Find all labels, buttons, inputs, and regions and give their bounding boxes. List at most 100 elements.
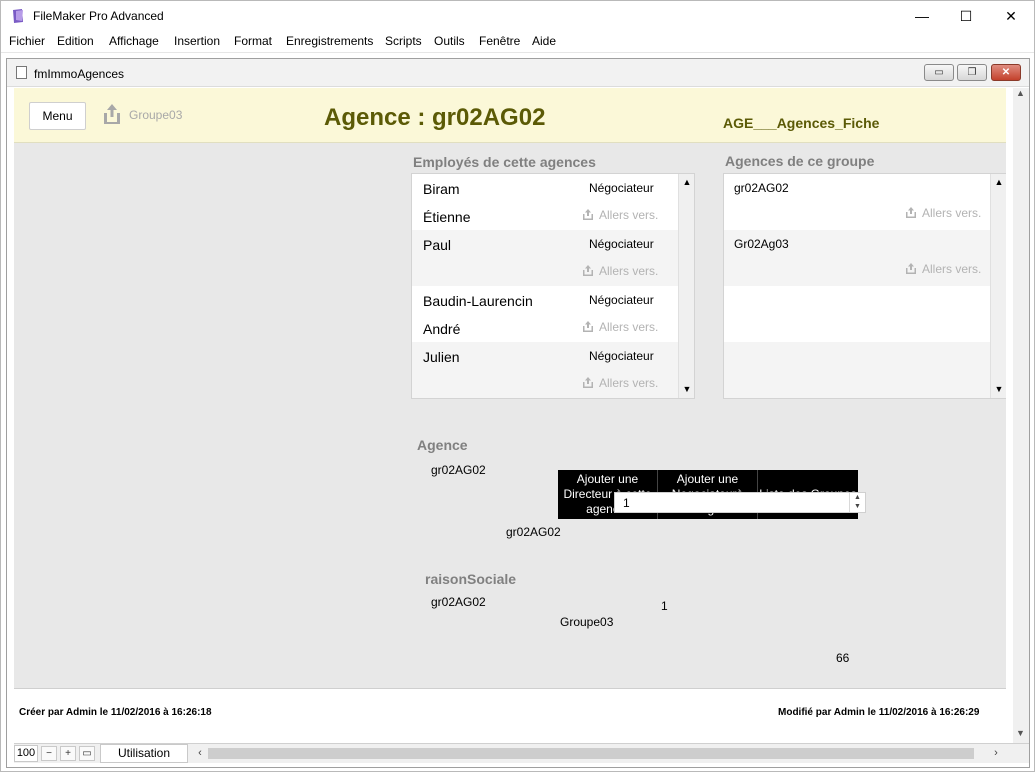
goto-button[interactable]: Allers vers. [583, 208, 658, 222]
zoom-level[interactable]: 100 [14, 745, 38, 762]
employees-scrollbar[interactable]: ▲ ▼ [678, 174, 694, 398]
horizontal-scrollbar[interactable]: ‹ › [194, 746, 1002, 761]
table-row[interactable]: Paul Négociateur Allers vers. [412, 230, 678, 286]
employees-label: Employés de cette agences [413, 154, 596, 170]
status-bar: 100 − + ▭ Utilisation ‹ › [14, 743, 1029, 763]
employee-name: Baudin-Laurencin [423, 293, 533, 309]
goto-label: Allers vers. [922, 262, 982, 276]
doc-restore-button[interactable]: ❐ [957, 64, 987, 81]
employee-name: Julien [423, 349, 460, 365]
close-button[interactable]: ✕ [988, 1, 1034, 31]
menu-scripts[interactable]: Scripts [385, 34, 422, 48]
layout-content: Menu Groupe03 Agence : gr02AG02 AGE___Ag… [14, 88, 1006, 688]
scroll-up-icon[interactable]: ▲ [1016, 88, 1025, 98]
scroll-left-icon[interactable]: ‹ [194, 746, 206, 761]
minimize-button[interactable]: — [899, 1, 945, 31]
employee-name: André [423, 321, 461, 337]
zoom-in-icon[interactable]: + [60, 746, 76, 761]
table-row[interactable]: Baudin-Laurencin Négociateur André Aller… [412, 286, 678, 342]
app-title: FileMaker Pro Advanced [33, 9, 164, 23]
group-value[interactable]: Groupe03 [560, 615, 613, 629]
scroll-down-icon[interactable]: ▼ [991, 381, 1006, 397]
menu-insertion[interactable]: Insertion [174, 34, 220, 48]
modified-info: Modifié par Admin le 11/02/2016 à 16:26:… [778, 707, 980, 718]
menu-affichage[interactable]: Affichage [109, 34, 159, 48]
share-icon [906, 263, 916, 274]
table-row [724, 342, 990, 398]
employee-name: Étienne [423, 209, 471, 225]
agency-name: gr02AG02 [734, 181, 789, 195]
agence-value-secondary[interactable]: gr02AG02 [506, 525, 561, 539]
mode-selector[interactable]: Utilisation [100, 744, 188, 763]
goto-label: Allers vers. [599, 264, 659, 278]
agence-value[interactable]: gr02AG02 [431, 463, 486, 477]
group-label: Groupe03 [129, 108, 183, 122]
menu-fichier[interactable]: Fichier [9, 34, 45, 48]
total-value[interactable]: 66 [836, 651, 849, 665]
group-agencies-label: Agences de ce groupe [725, 153, 875, 169]
share-icon [583, 265, 593, 276]
table-row[interactable]: Gr02Ag03 Allers vers. [724, 230, 990, 286]
agency-name: Gr02Ag03 [734, 237, 789, 251]
employee-role: Négociateur [589, 349, 654, 363]
goto-button[interactable]: Allers vers. [906, 206, 981, 220]
scroll-up-icon[interactable]: ▲ [679, 174, 694, 190]
goto-button[interactable]: Allers vers. [906, 262, 981, 276]
scroll-down-icon[interactable]: ▼ [679, 381, 694, 397]
goto-label: Allers vers. [599, 320, 659, 334]
share-icon [583, 209, 593, 220]
share-icon [906, 207, 916, 218]
goto-button[interactable]: Allers vers. [583, 320, 658, 334]
number-stepper-field[interactable]: 1 ▲ ▼ [614, 492, 866, 513]
menu-button[interactable]: Menu [29, 102, 86, 130]
menu-fenetre[interactable]: Fenêtre [479, 34, 520, 48]
footer: Créer par Admin le 11/02/2016 à 16:26:18… [14, 688, 1006, 743]
document-title: fmImmoAgences [34, 67, 125, 81]
table-row[interactable]: Biram Négociateur Étienne Allers vers. [412, 174, 678, 230]
zoom-out-icon[interactable]: − [41, 746, 57, 761]
vertical-scrollbar[interactable]: ▲ ▼ [1013, 88, 1029, 743]
employee-name: Biram [423, 181, 460, 197]
layout-name: AGE___Agences_Fiche [723, 115, 880, 131]
employee-name: Paul [423, 237, 452, 253]
scroll-up-icon[interactable]: ▲ [991, 174, 1006, 190]
document-window: fmImmoAgences ▭ ❐ ✕ Menu Groupe03 Agence… [6, 58, 1030, 768]
goto-button[interactable]: Allers vers. [583, 376, 658, 390]
scroll-right-icon[interactable]: › [990, 746, 1002, 761]
maximize-button[interactable]: ☐ [943, 1, 989, 31]
scroll-down-icon[interactable]: ▼ [1016, 728, 1025, 738]
employees-portal: Biram Négociateur Étienne Allers vers. P… [411, 173, 695, 399]
agence-title: Agence : gr02AG02 [324, 104, 546, 131]
doc-minimize-button[interactable]: ▭ [924, 64, 954, 81]
share-icon[interactable] [102, 102, 122, 126]
document-title-bar: fmImmoAgences ▭ ❐ ✕ [7, 59, 1029, 87]
goto-label: Allers vers. [599, 208, 659, 222]
goto-button[interactable]: Allers vers. [583, 264, 658, 278]
group-agencies-portal: gr02AG02 Allers vers. Gr02Ag03 Allers ve… [723, 173, 1006, 399]
goto-label: Allers vers. [599, 376, 659, 390]
share-icon [583, 321, 593, 332]
goto-label: Allers vers. [922, 206, 982, 220]
title-bar: FileMaker Pro Advanced — ☐ ✕ [1, 1, 1034, 31]
number-value: 1 [623, 496, 630, 510]
menu-edition[interactable]: Edition [57, 34, 94, 48]
employee-role: Négociateur [589, 237, 654, 251]
menu-outils[interactable]: Outils [434, 34, 465, 48]
scroll-thumb[interactable] [208, 748, 974, 759]
count-value[interactable]: 1 [661, 599, 668, 613]
doc-close-button[interactable]: ✕ [991, 64, 1021, 81]
menu-enregistrements[interactable]: Enregistrements [286, 34, 373, 48]
table-row[interactable]: gr02AG02 Allers vers. [724, 174, 990, 230]
toolbar-toggle-icon[interactable]: ▭ [79, 746, 95, 761]
menu-format[interactable]: Format [234, 34, 272, 48]
agence-label: Agence [417, 437, 468, 453]
stepper-icon[interactable]: ▲ ▼ [849, 493, 865, 512]
header-band: Menu Groupe03 Agence : gr02AG02 AGE___Ag… [14, 88, 1006, 143]
menu-bar: Fichier Edition Affichage Insertion Form… [1, 31, 1034, 53]
raison-sociale-value[interactable]: gr02AG02 [431, 595, 486, 609]
table-row[interactable]: Julien Négociateur Allers vers. [412, 342, 678, 398]
filemaker-logo-icon [13, 9, 23, 23]
raison-sociale-label: raisonSociale [425, 571, 517, 587]
menu-aide[interactable]: Aide [532, 34, 556, 48]
group-agencies-scrollbar[interactable]: ▲ ▼ [990, 174, 1006, 398]
